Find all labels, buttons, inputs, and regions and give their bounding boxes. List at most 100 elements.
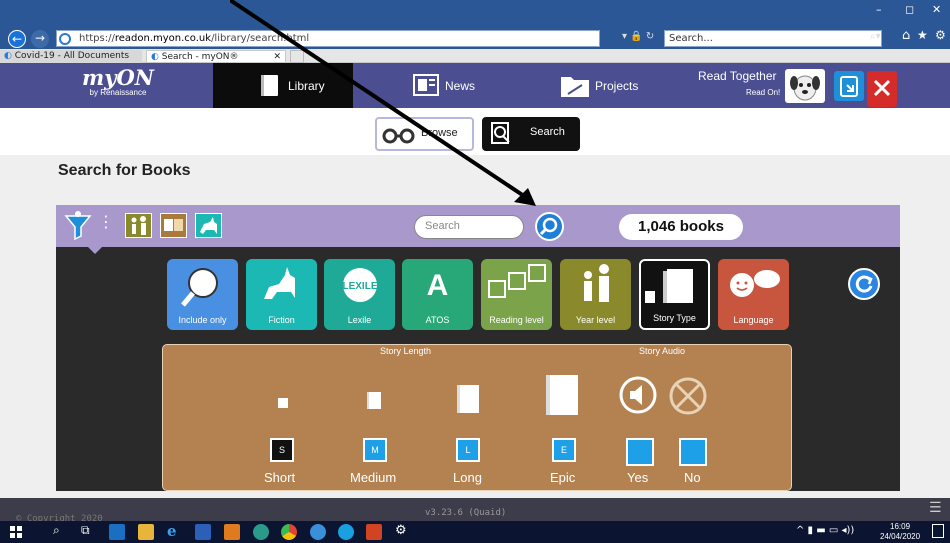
active-filter-reading-icon[interactable] (160, 213, 187, 238)
book-count: 1,046 books (619, 214, 743, 240)
outlook-icon[interactable] (109, 524, 125, 540)
logout-button[interactable] (867, 71, 897, 107)
logo-subtext: by Renaissance (89, 88, 147, 97)
title-magnifier-icon (181, 268, 218, 307)
short-checkbox[interactable]: S (270, 438, 294, 462)
tile-lexile[interactable]: LEXILE Lexile (324, 259, 395, 330)
clock-time[interactable]: 16:09 (890, 522, 910, 531)
reset-button[interactable] (848, 268, 880, 300)
tab-covid[interactable]: ◐ Covid-19 - All Documents (0, 50, 142, 63)
search-button[interactable] (535, 212, 564, 241)
refresh-icon (855, 275, 873, 293)
search-dropdown-icon[interactable]: ⌕▾ (870, 31, 881, 42)
network-app-icon[interactable] (253, 524, 269, 540)
tile-reading-level[interactable]: Reading level (481, 259, 552, 330)
tile-story-type[interactable]: Story Type (639, 259, 710, 330)
chrome-icon[interactable] (281, 524, 297, 540)
panel-pointer-icon (88, 247, 102, 254)
story-length-heading: Story Length (380, 346, 432, 356)
ie-page-icon (59, 33, 71, 45)
yes-checkbox[interactable] (626, 438, 654, 466)
yes-label: Yes (627, 470, 649, 485)
tile-label: Reading level (489, 315, 544, 325)
filter-funnel-icon[interactable] (64, 210, 92, 240)
internet-explorer-icon[interactable]: e (167, 524, 183, 540)
skype-icon[interactable] (338, 524, 354, 540)
page-title: Search for Books (58, 162, 191, 179)
task-view-icon[interactable]: ⧉ (81, 523, 90, 538)
read-together-label[interactable]: Read Together (698, 69, 777, 83)
forward-button[interactable]: → (31, 30, 49, 48)
myon-logo[interactable]: myON by Renaissance (60, 63, 176, 108)
adult-child-icon (584, 264, 609, 302)
tablet-icon (840, 76, 858, 97)
short-label: Short (264, 470, 296, 485)
folder-icon (561, 77, 589, 97)
long-checkbox[interactable]: L (456, 438, 480, 462)
medium-label: Medium (350, 470, 397, 485)
tile-include-only[interactable]: Include only (167, 259, 238, 330)
long-label: Long (453, 470, 482, 485)
no-label: No (684, 470, 701, 485)
logout-icon (873, 79, 891, 97)
read-on-label: Read On! (746, 88, 781, 97)
medium-checkbox[interactable]: M (363, 438, 387, 462)
story-audio-heading: Story Audio (639, 346, 686, 356)
tile-label: Year level (575, 315, 616, 325)
word-icon[interactable] (195, 524, 211, 540)
story-type-options: Story Length Story Audio S M L E Short M… (162, 344, 792, 491)
hamburger-menu-icon[interactable]: ☰ (929, 500, 942, 516)
tile-atos[interactable]: A ATOS (402, 259, 473, 330)
version-text: v3.23.6 (Quaid) (425, 508, 507, 518)
avatar[interactable] (785, 69, 825, 103)
svg-text:LEXILE: LEXILE (342, 281, 377, 292)
settings-gear-icon[interactable]: ⚙ (935, 28, 946, 42)
no-audio-icon (669, 377, 707, 415)
tile-fiction[interactable]: Fiction (246, 259, 317, 330)
windows-start-icon[interactable] (10, 526, 22, 538)
long-book-icon (457, 385, 479, 413)
clock-date[interactable]: 24/04/2020 (880, 532, 920, 541)
tile-year-level[interactable]: Year level (560, 259, 631, 330)
tile-label: Lexile (347, 315, 372, 325)
favorites-icon[interactable]: ★ (917, 28, 928, 42)
active-filter-fiction-icon[interactable] (195, 213, 222, 238)
no-checkbox[interactable] (679, 438, 707, 466)
system-tray-icons[interactable]: ^ ▮ ▬ ▭ ◂)) (796, 525, 854, 536)
active-filter-year-level-icon[interactable] (125, 213, 152, 238)
taskbar-search-icon[interactable]: ⌕ (53, 523, 60, 538)
unicorn-icon (264, 267, 295, 299)
nav-projects-label: Projects (595, 79, 639, 93)
tab-page-icon: ◐ (151, 52, 159, 62)
tile-language[interactable]: Language (718, 259, 789, 330)
tile-label: ATOS (425, 315, 450, 325)
powerpoint-icon[interactable] (366, 524, 382, 540)
epic-checkbox[interactable]: E (552, 438, 576, 462)
dog-avatar-icon (790, 75, 820, 101)
file-explorer-icon[interactable] (138, 524, 154, 540)
office-app-icon[interactable] (224, 524, 240, 540)
annotation-arrow (230, 0, 536, 206)
settings-icon[interactable]: ⚙ (395, 523, 407, 538)
home-icon[interactable]: ⌂ (902, 28, 910, 43)
tablet-mode-button[interactable] (834, 71, 864, 101)
browser-search-field[interactable]: Search... (664, 30, 882, 47)
back-button[interactable]: ← (8, 30, 26, 48)
tile-label: Story Type (653, 313, 696, 323)
tile-label: Language (733, 315, 774, 325)
tile-label: Include only (178, 315, 227, 325)
search-input[interactable]: Search (414, 215, 524, 239)
notifications-icon[interactable] (932, 524, 944, 538)
magnifier-icon (539, 217, 558, 236)
abc-blocks-icon (488, 264, 546, 298)
tile-label: Fiction (268, 315, 295, 325)
speech-bubbles-icon (730, 270, 780, 297)
filter-separator-icon: ⋮ (98, 212, 114, 231)
atos-glyph: A (426, 269, 449, 302)
minimize-button[interactable]: – (876, 3, 882, 16)
book-stack-icon (645, 269, 693, 303)
tab-page-icon: ◐ (4, 51, 12, 61)
close-button[interactable]: ✕ (932, 3, 941, 16)
maximize-button[interactable]: ◻ (905, 3, 914, 16)
chromium-icon[interactable] (310, 524, 326, 540)
